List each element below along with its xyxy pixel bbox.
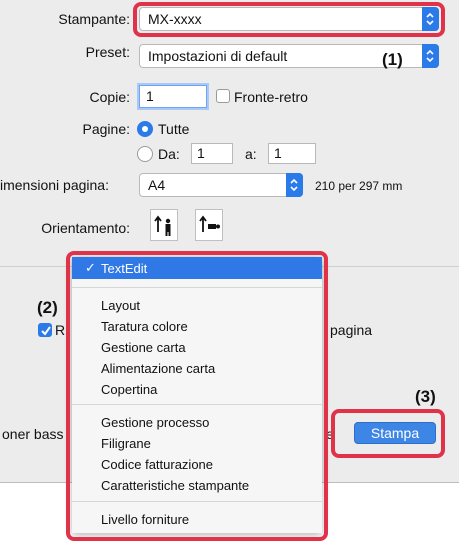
- callout-3: (3): [415, 387, 436, 406]
- callout-2: (2): [37, 298, 58, 317]
- pages-from-input[interactable]: 1: [191, 143, 233, 164]
- toner-label: oner bass: [2, 426, 64, 442]
- callout-1: (1): [382, 50, 403, 69]
- preset-value: Impostazioni di default: [148, 48, 288, 64]
- duplex-label: Fronte-retro: [234, 89, 308, 105]
- paper-size-label: imensioni pagina:: [0, 177, 109, 193]
- checkbox-checked[interactable]: [38, 323, 52, 337]
- orientation-label: Orientamento:: [41, 220, 130, 236]
- pages-from-value: 1: [197, 145, 205, 161]
- chevron-updown-icon: [422, 44, 439, 68]
- menu-highlight: [66, 251, 328, 541]
- landscape-orientation-icon[interactable]: [195, 209, 223, 241]
- printer-label: Stampante:: [58, 11, 130, 27]
- pages-all-label: Tutte: [158, 121, 190, 137]
- preset-label: Preset:: [85, 44, 130, 60]
- pages-to-label: a:: [245, 146, 257, 162]
- copies-label: Copie:: [89, 89, 130, 105]
- paper-size-select[interactable]: A4: [139, 173, 303, 197]
- copies-input[interactable]: 1: [139, 85, 207, 108]
- partial-right-label: pagina: [330, 322, 373, 338]
- pages-to-input[interactable]: 1: [268, 143, 316, 164]
- paper-size-value: A4: [148, 177, 166, 193]
- pages-from-label: Da:: [158, 146, 180, 162]
- print-button-highlight: [331, 409, 445, 458]
- pages-all-radio[interactable]: [137, 121, 153, 137]
- printer-highlight: [133, 2, 445, 37]
- pages-label: Pagine:: [82, 121, 130, 137]
- pages-range-radio[interactable]: [137, 146, 153, 162]
- pages-to-value: 1: [274, 145, 282, 161]
- chevron-updown-icon: [286, 173, 303, 197]
- portrait-orientation-icon[interactable]: [150, 209, 178, 241]
- duplex-checkbox[interactable]: [216, 89, 230, 103]
- paper-size-note: 210 per 297 mm: [315, 179, 403, 193]
- copies-value: 1: [146, 88, 154, 104]
